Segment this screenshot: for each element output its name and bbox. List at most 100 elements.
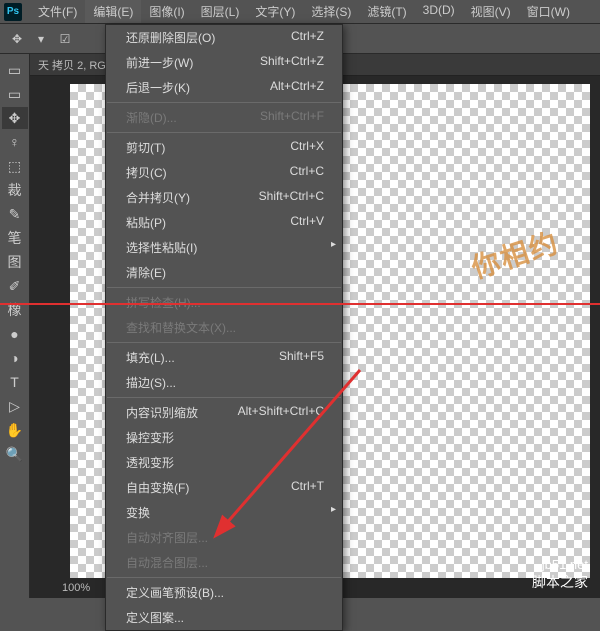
menu-item-13: 拼写检查(H)... — [106, 290, 342, 315]
menu-item-label: 粘贴(P) — [126, 214, 166, 231]
menu-shortcut: Shift+Ctrl+C — [259, 189, 324, 206]
menu-item-1[interactable]: 前进一步(W) Shift+Ctrl+Z — [106, 50, 342, 75]
menu-item-label: 剪切(T) — [126, 139, 165, 156]
menu-item-label: 前进一步(W) — [126, 54, 193, 71]
menu-6[interactable]: 滤镜(T) — [359, 0, 414, 23]
menu-item-label: 自动混合图层... — [126, 554, 208, 571]
menu-separator — [107, 102, 341, 103]
menu-separator — [107, 577, 341, 578]
menu-bar: Ps 文件(F)编辑(E)图像(I)图层(L)文字(Y)选择(S)滤镜(T)3D… — [0, 0, 600, 24]
menu-item-28[interactable]: 定义图案... — [106, 605, 342, 630]
menu-separator — [107, 132, 341, 133]
menu-item-24: 自动对齐图层... — [106, 525, 342, 550]
menu-item-16[interactable]: 填充(L)... Shift+F5 — [106, 345, 342, 370]
tool-12[interactable]: ◑ — [2, 347, 28, 369]
menu-item-21[interactable]: 透视变形 — [106, 450, 342, 475]
menu-item-label: 变换 — [126, 504, 150, 521]
menu-item-label: 合并拷贝(Y) — [126, 189, 190, 206]
tool-14[interactable]: ▷ — [2, 395, 28, 417]
tool-11[interactable]: ● — [2, 323, 28, 345]
tool-7[interactable]: 笔 — [2, 227, 28, 249]
menu-shortcut: Ctrl+C — [290, 164, 324, 181]
menu-8[interactable]: 视图(V) — [463, 0, 519, 23]
menu-item-27[interactable]: 定义画笔预设(B)... — [106, 580, 342, 605]
watermark-text: 脚本之家 — [532, 572, 588, 592]
menu-item-2[interactable]: 后退一步(K) Alt+Ctrl+Z — [106, 75, 342, 100]
tool-8[interactable]: 图 — [2, 251, 28, 273]
menu-shortcut: Shift+Ctrl+Z — [260, 54, 324, 71]
menu-item-19[interactable]: 内容识别缩放 Alt+Shift+Ctrl+C — [106, 400, 342, 425]
menu-item-9[interactable]: 粘贴(P) Ctrl+V — [106, 210, 342, 235]
menu-item-label: 透视变形 — [126, 454, 174, 471]
menu-7[interactable]: 3D(D) — [415, 0, 463, 23]
menu-2[interactable]: 图像(I) — [141, 0, 192, 23]
menu-item-label: 定义画笔预设(B)... — [126, 584, 224, 601]
menu-item-label: 填充(L)... — [126, 349, 175, 366]
menu-0[interactable]: 文件(F) — [30, 0, 85, 23]
tool-13[interactable]: T — [2, 371, 28, 393]
menu-item-label: 描边(S)... — [126, 374, 176, 391]
tool-1[interactable]: ▭ — [2, 83, 28, 105]
menu-shortcut: Alt+Ctrl+Z — [270, 79, 324, 96]
menu-item-label: 自由变换(F) — [126, 479, 189, 496]
tool-5[interactable]: 裁 — [2, 179, 28, 201]
tool-3[interactable]: ♀ — [2, 131, 28, 153]
menu-item-label: 拷贝(C) — [126, 164, 167, 181]
menu-3[interactable]: 图层(L) — [193, 0, 248, 23]
tool-bar: ▭▭✥♀⬚裁✎笔图✐橡●◑T▷✋🔍 — [0, 54, 30, 598]
menu-shortcut: Shift+Ctrl+F — [260, 109, 324, 126]
tool-0[interactable]: ▭ — [2, 59, 28, 81]
menu-5[interactable]: 选择(S) — [303, 0, 359, 23]
watermark-url: jb51.net — [542, 557, 588, 572]
tool-9[interactable]: ✐ — [2, 275, 28, 297]
edit-menu-dropdown: 还原删除图层(O) Ctrl+Z 前进一步(W) Shift+Ctrl+Z 后退一步(K… — [105, 24, 343, 631]
menu-item-23[interactable]: 变换 — [106, 500, 342, 525]
menu-item-label: 清除(E) — [126, 264, 166, 281]
menu-item-label: 后退一步(K) — [126, 79, 190, 96]
tool-16[interactable]: 🔍 — [2, 443, 28, 465]
menu-item-8[interactable]: 合并拷贝(Y) Shift+Ctrl+C — [106, 185, 342, 210]
menu-item-20[interactable]: 操控变形 — [106, 425, 342, 450]
checkbox-icon[interactable]: ☑ — [56, 30, 74, 48]
menu-separator — [107, 342, 341, 343]
menu-item-label: 还原删除图层(O) — [126, 29, 215, 46]
menu-item-7[interactable]: 拷贝(C) Ctrl+C — [106, 160, 342, 185]
move-tool-icon: ✥ — [8, 30, 26, 48]
menu-shortcut: Ctrl+V — [290, 214, 324, 231]
menu-item-label: 查找和替换文本(X)... — [126, 319, 236, 336]
app-logo: Ps — [4, 3, 22, 21]
menu-shortcut: Alt+Shift+Ctrl+C — [238, 404, 324, 421]
menu-separator — [107, 397, 341, 398]
tool-2[interactable]: ✥ — [2, 107, 28, 129]
tool-4[interactable]: ⬚ — [2, 155, 28, 177]
menu-9[interactable]: 窗口(W) — [519, 0, 578, 23]
menu-item-14: 查找和替换文本(X)... — [106, 315, 342, 340]
menu-item-10[interactable]: 选择性粘贴(I) — [106, 235, 342, 260]
tool-6[interactable]: ✎ — [2, 203, 28, 225]
menu-item-0[interactable]: 还原删除图层(O) Ctrl+Z — [106, 25, 342, 50]
menu-separator — [107, 287, 341, 288]
menu-4[interactable]: 文字(Y) — [247, 0, 303, 23]
menu-1[interactable]: 编辑(E) — [85, 0, 141, 23]
menu-shortcut: Ctrl+Z — [291, 29, 324, 46]
menu-item-label: 选择性粘贴(I) — [126, 239, 197, 256]
menu-shortcut: Shift+F5 — [279, 349, 324, 366]
menu-item-label: 拼写检查(H)... — [126, 294, 201, 311]
tool-10[interactable]: 橡 — [2, 299, 28, 321]
menu-item-22[interactable]: 自由变换(F) Ctrl+T — [106, 475, 342, 500]
tool-15[interactable]: ✋ — [2, 419, 28, 441]
menu-item-4: 渐隐(D)... Shift+Ctrl+F — [106, 105, 342, 130]
canvas-text-layer: 你相约 — [466, 221, 564, 287]
menu-item-6[interactable]: 剪切(T) Ctrl+X — [106, 135, 342, 160]
menu-shortcut: Ctrl+T — [291, 479, 324, 496]
menu-item-17[interactable]: 描边(S)... — [106, 370, 342, 395]
menu-item-label: 定义图案... — [126, 609, 184, 626]
menu-item-label: 自动对齐图层... — [126, 529, 208, 546]
menu-item-label: 操控变形 — [126, 429, 174, 446]
menu-item-11[interactable]: 清除(E) — [106, 260, 342, 285]
menu-item-label: 渐隐(D)... — [126, 109, 177, 126]
menu-shortcut: Ctrl+X — [290, 139, 324, 156]
dropdown-icon[interactable]: ▾ — [32, 30, 50, 48]
zoom-level[interactable]: 100% — [62, 582, 90, 594]
menu-item-label: 内容识别缩放 — [126, 404, 198, 421]
